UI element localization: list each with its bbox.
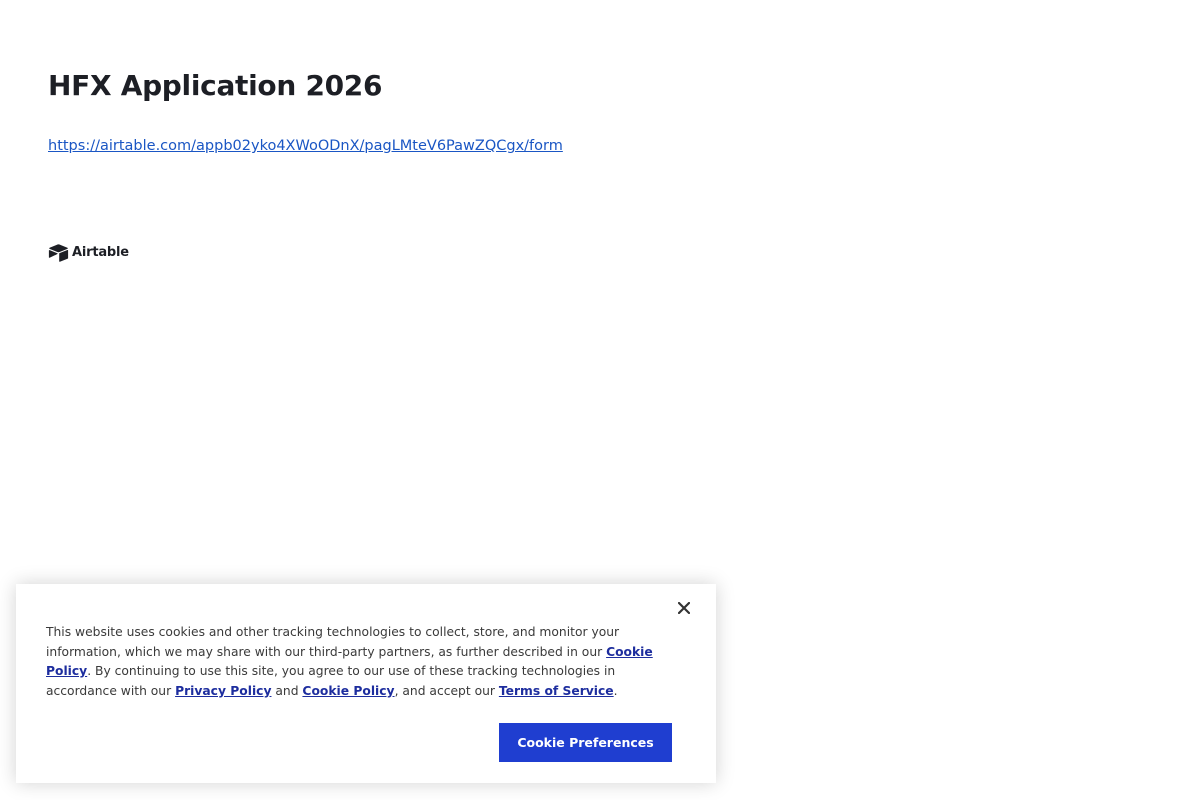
- privacy-policy-link[interactable]: Privacy Policy: [175, 684, 271, 698]
- cookie-text-part: This website uses cookies and other trac…: [46, 625, 620, 659]
- page-title: HFX Application 2026: [48, 69, 383, 102]
- airtable-brand[interactable]: Airtable: [48, 244, 129, 262]
- cookie-banner: This website uses cookies and other trac…: [16, 584, 716, 783]
- cookie-notice-text: This website uses cookies and other trac…: [46, 623, 686, 701]
- close-icon[interactable]: [672, 596, 696, 620]
- cookie-text-part: , and accept our: [394, 683, 499, 698]
- cookie-text-part: .: [613, 683, 618, 698]
- terms-of-service-link[interactable]: Terms of Service: [499, 684, 614, 698]
- cookie-text-part: and: [271, 683, 303, 698]
- airtable-logo-icon: [48, 244, 69, 262]
- cookie-policy-link-secondary[interactable]: Cookie Policy: [302, 684, 394, 698]
- cookie-preferences-button[interactable]: Cookie Preferences: [499, 723, 672, 762]
- airtable-brand-name: Airtable: [72, 245, 129, 260]
- page: HFX Application 2026 https://airtable.co…: [0, 0, 1200, 800]
- form-link[interactable]: https://airtable.com/appb02yko4XWoODnX/p…: [48, 136, 563, 156]
